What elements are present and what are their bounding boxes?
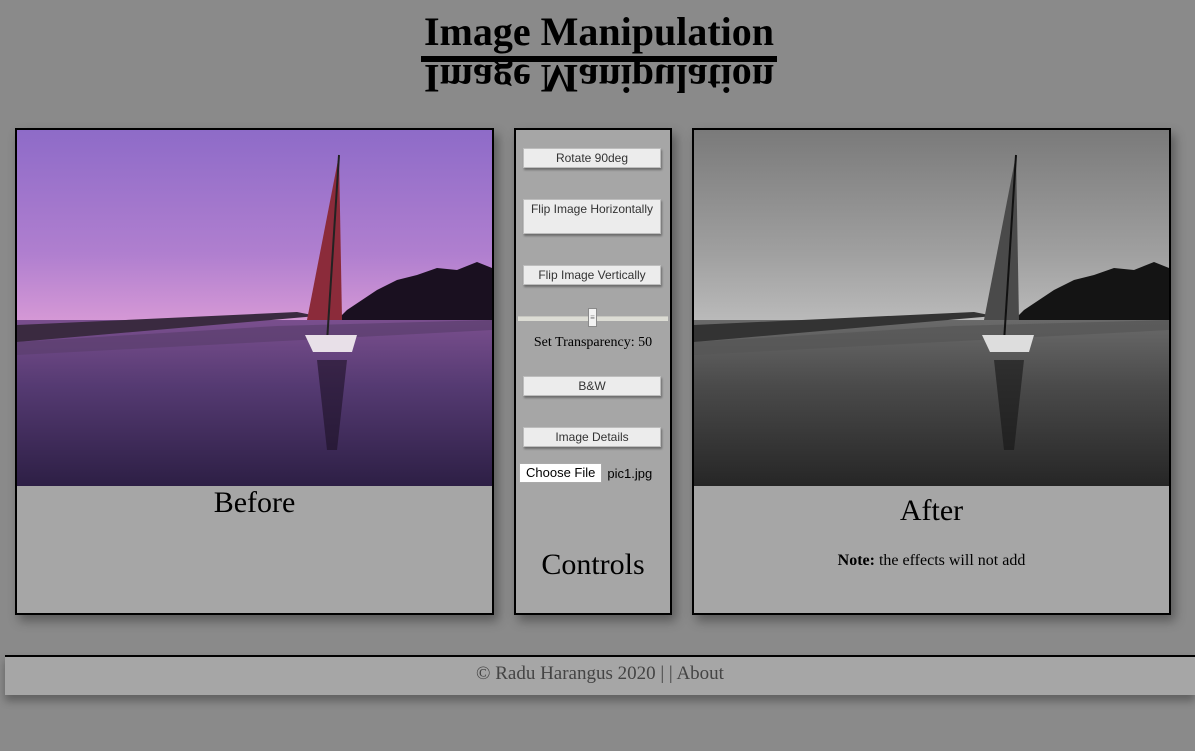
after-image	[694, 130, 1169, 486]
note-body: the effects will not add	[874, 552, 1026, 569]
rotate-button[interactable]: Rotate 90deg	[523, 148, 661, 168]
controls-panel: Rotate 90deg Flip Image Horizontally Fli…	[514, 128, 672, 615]
flip-vertical-button[interactable]: Flip Image Vertically	[523, 265, 661, 285]
before-image	[17, 130, 492, 486]
file-name: pic1.jpg	[607, 465, 653, 481]
after-panel: After Note: the effects will not add	[692, 128, 1171, 615]
note-text: Note: the effects will not add	[694, 552, 1169, 570]
about-link[interactable]: About	[676, 663, 724, 684]
before-caption: Before	[213, 486, 296, 519]
footer: © Radu Harangus 2020 | | About	[5, 655, 1195, 695]
transparency-slider[interactable]: ≡	[518, 308, 668, 328]
file-input[interactable]: Choose File pic1.jpg	[519, 463, 669, 483]
title-text: Image Manipulation	[423, 9, 775, 54]
after-caption: After	[899, 494, 964, 527]
copyright-text: © Radu Harangus 2020 | |	[476, 663, 677, 684]
before-panel: Before	[15, 128, 494, 615]
controls-caption: Controls	[541, 548, 645, 581]
note-label: Note:	[837, 552, 875, 569]
transparency-text: Set Transparency:	[533, 335, 639, 350]
slider-thumb[interactable]: ≡	[588, 308, 597, 327]
transparency-label: Set Transparency: 50	[516, 335, 670, 351]
page-title: Image Manipulation Image Manipulation	[420, 9, 778, 101]
flip-horizontal-button[interactable]: Flip Image Horizontally	[523, 199, 661, 234]
image-details-button[interactable]: Image Details	[523, 427, 661, 447]
transparency-value: 50	[638, 335, 653, 350]
choose-file-button[interactable]: Choose File	[519, 463, 603, 483]
page: Image Manipulation Image Manipulation Be…	[0, 0, 1195, 751]
title-reflection: Image Manipulation	[423, 56, 775, 101]
black-white-button[interactable]: B&W	[523, 376, 661, 396]
